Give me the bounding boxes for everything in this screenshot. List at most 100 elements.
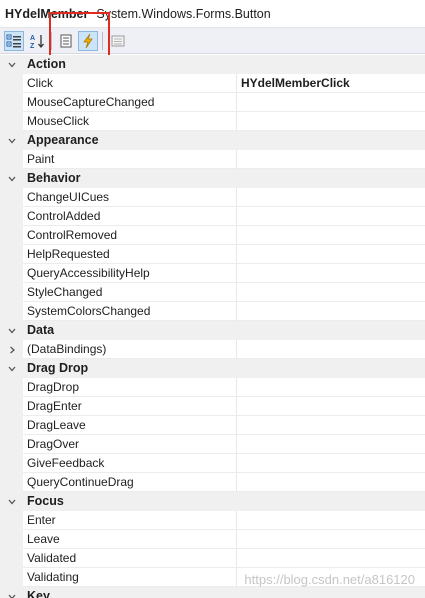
- property-row[interactable]: Leave: [0, 530, 425, 549]
- row-gutter[interactable]: [0, 340, 23, 359]
- property-value[interactable]: [237, 283, 425, 302]
- property-row[interactable]: DragLeave: [0, 416, 425, 435]
- property-name[interactable]: ControlAdded: [23, 207, 237, 226]
- property-name[interactable]: QueryAccessibilityHelp: [23, 264, 237, 283]
- property-name[interactable]: Paint: [23, 150, 237, 169]
- property-row[interactable]: GiveFeedback: [0, 454, 425, 473]
- property-pages-icon: [111, 35, 125, 47]
- property-row[interactable]: DragDrop: [0, 378, 425, 397]
- category-row[interactable]: Appearance: [0, 131, 425, 150]
- property-name[interactable]: DragDrop: [23, 378, 237, 397]
- category-row[interactable]: Focus: [0, 492, 425, 511]
- property-value[interactable]: [237, 188, 425, 207]
- property-name[interactable]: DragEnter: [23, 397, 237, 416]
- property-name[interactable]: Leave: [23, 530, 237, 549]
- property-name[interactable]: MouseCaptureChanged: [23, 93, 237, 112]
- property-value[interactable]: [237, 264, 425, 283]
- property-name[interactable]: Enter: [23, 511, 237, 530]
- category-toggle[interactable]: [0, 169, 23, 188]
- alphabetical-icon: A Z: [30, 35, 44, 49]
- events-lightning-icon: [83, 33, 93, 49]
- property-value[interactable]: HYdelMemberClick: [237, 74, 425, 93]
- row-gutter: [0, 302, 23, 321]
- property-name[interactable]: SystemColorsChanged: [23, 302, 237, 321]
- property-value[interactable]: [237, 378, 425, 397]
- row-gutter: [0, 549, 23, 568]
- categorized-icon: [6, 34, 21, 48]
- category-label: Behavior: [27, 171, 81, 185]
- property-value[interactable]: [237, 245, 425, 264]
- property-name[interactable]: DragOver: [23, 435, 237, 454]
- property-row[interactable]: Click HYdelMemberClick: [0, 74, 425, 93]
- property-value[interactable]: [237, 207, 425, 226]
- category-row[interactable]: Drag Drop: [0, 359, 425, 378]
- property-row[interactable]: Enter: [0, 511, 425, 530]
- property-name[interactable]: HelpRequested: [23, 245, 237, 264]
- property-value[interactable]: [237, 530, 425, 549]
- category-toggle[interactable]: [0, 321, 23, 340]
- categorized-button[interactable]: [4, 31, 24, 51]
- property-row[interactable]: MouseClick: [0, 112, 425, 131]
- category-toggle[interactable]: [0, 131, 23, 150]
- property-row[interactable]: HelpRequested: [0, 245, 425, 264]
- property-value[interactable]: [237, 340, 425, 359]
- property-pages-button[interactable]: [108, 31, 128, 51]
- property-value[interactable]: [237, 473, 425, 492]
- category-row[interactable]: Key: [0, 587, 425, 598]
- row-gutter: [0, 150, 23, 169]
- property-name[interactable]: DragLeave: [23, 416, 237, 435]
- events-button[interactable]: [78, 31, 98, 51]
- property-name[interactable]: Validated: [23, 549, 237, 568]
- property-name[interactable]: ChangeUICues: [23, 188, 237, 207]
- collapse-chevron-icon: [8, 176, 15, 181]
- alphabetical-button[interactable]: A Z: [27, 31, 47, 51]
- watermark: https://blog.csdn.net/a816120: [244, 572, 415, 587]
- property-name[interactable]: MouseClick: [23, 112, 237, 131]
- property-row[interactable]: SystemColorsChanged: [0, 302, 425, 321]
- property-row[interactable]: (DataBindings): [0, 340, 425, 359]
- row-gutter: [0, 207, 23, 226]
- property-value[interactable]: [237, 302, 425, 321]
- property-value[interactable]: [237, 226, 425, 245]
- property-name[interactable]: QueryContinueDrag: [23, 473, 237, 492]
- properties-button[interactable]: [56, 31, 76, 51]
- property-row[interactable]: DragEnter: [0, 397, 425, 416]
- row-gutter: [0, 397, 23, 416]
- property-row[interactable]: QueryContinueDrag: [0, 473, 425, 492]
- row-gutter: [0, 93, 23, 112]
- property-row[interactable]: ControlRemoved: [0, 226, 425, 245]
- property-row[interactable]: QueryAccessibilityHelp: [0, 264, 425, 283]
- property-row[interactable]: ChangeUICues: [0, 188, 425, 207]
- property-value[interactable]: [237, 416, 425, 435]
- selected-object-bar[interactable]: HYdelMember System.Windows.Forms.Button: [0, 0, 425, 28]
- property-value[interactable]: [237, 454, 425, 473]
- category-row[interactable]: Action: [0, 55, 425, 74]
- property-value[interactable]: [237, 397, 425, 416]
- property-row[interactable]: ControlAdded: [0, 207, 425, 226]
- property-name[interactable]: ControlRemoved: [23, 226, 237, 245]
- property-value[interactable]: [237, 93, 425, 112]
- category-toggle[interactable]: [0, 587, 23, 598]
- property-value[interactable]: [237, 549, 425, 568]
- properties-icon: [60, 34, 72, 48]
- property-name[interactable]: StyleChanged: [23, 283, 237, 302]
- property-row[interactable]: DragOver: [0, 435, 425, 454]
- category-toggle[interactable]: [0, 359, 23, 378]
- property-row[interactable]: MouseCaptureChanged: [0, 93, 425, 112]
- property-value[interactable]: [237, 112, 425, 131]
- collapse-chevron-icon: [8, 594, 15, 598]
- category-row[interactable]: Data: [0, 321, 425, 340]
- property-value[interactable]: [237, 435, 425, 454]
- property-name[interactable]: GiveFeedback: [23, 454, 237, 473]
- property-name[interactable]: (DataBindings): [23, 340, 237, 359]
- property-row[interactable]: StyleChanged: [0, 283, 425, 302]
- property-value[interactable]: [237, 511, 425, 530]
- category-toggle[interactable]: [0, 55, 23, 74]
- property-row[interactable]: Paint: [0, 150, 425, 169]
- property-name[interactable]: Validating: [23, 568, 237, 587]
- property-value[interactable]: [237, 150, 425, 169]
- property-name[interactable]: Click: [23, 74, 237, 93]
- category-toggle[interactable]: [0, 492, 23, 511]
- category-row[interactable]: Behavior: [0, 169, 425, 188]
- property-row[interactable]: Validated: [0, 549, 425, 568]
